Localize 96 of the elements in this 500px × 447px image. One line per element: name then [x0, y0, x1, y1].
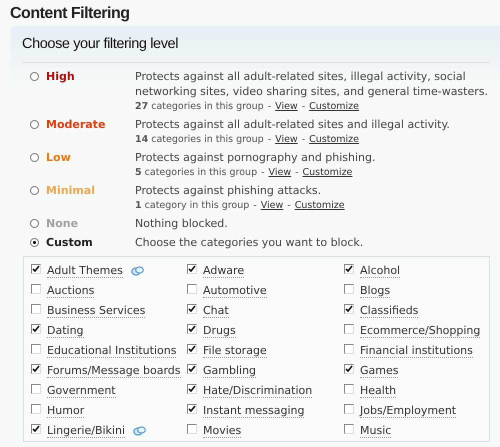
info-bubbles-icon: [133, 426, 146, 436]
category-label[interactable]: Chat: [203, 304, 229, 318]
category-checkbox[interactable]: [187, 404, 197, 414]
category-count: 1 category in this group: [135, 198, 250, 213]
category-count: 14 categories in this group: [135, 132, 264, 147]
category-label[interactable]: Forums/Message boards: [47, 364, 181, 378]
category-label[interactable]: Hate/Discrimination: [203, 384, 312, 398]
view-link[interactable]: View: [275, 132, 298, 147]
panel-title: Choose your filtering level: [22, 34, 490, 63]
category-checkbox[interactable]: [344, 324, 354, 334]
category-label[interactable]: Music: [360, 424, 392, 438]
category-checkbox[interactable]: [344, 284, 354, 294]
category-label[interactable]: File storage: [203, 344, 267, 358]
customize-link[interactable]: Customize: [309, 98, 360, 114]
category-checkbox[interactable]: [344, 304, 354, 314]
category-label[interactable]: Humor: [47, 404, 84, 418]
separator: -: [287, 198, 291, 213]
category-label[interactable]: Auctions: [47, 284, 94, 298]
customize-link[interactable]: Customize: [302, 164, 352, 180]
view-link[interactable]: View: [260, 198, 284, 213]
category-label[interactable]: Gambling: [203, 364, 256, 378]
category-checkbox[interactable]: [187, 324, 197, 334]
level-description: Choose the categories you want to block.: [135, 235, 364, 250]
level-name: Moderate: [46, 116, 106, 133]
category-label[interactable]: Educational Institutions: [47, 344, 176, 358]
page-title: Content Filtering: [9, 4, 130, 24]
category-checkbox[interactable]: [31, 324, 41, 334]
category-checkbox[interactable]: [344, 364, 354, 374]
category-checkbox[interactable]: [187, 424, 197, 434]
separator: -: [295, 166, 299, 180]
level-radio[interactable]: [30, 238, 39, 248]
level-name: None: [46, 216, 78, 232]
category-checkbox[interactable]: [187, 304, 197, 314]
level-radio[interactable]: [30, 186, 39, 195]
category-checkbox[interactable]: [344, 344, 354, 354]
category-label[interactable]: Jobs/Employment: [360, 404, 456, 418]
category-checkbox[interactable]: [31, 424, 41, 434]
category-label[interactable]: Automotive: [203, 284, 267, 298]
category-label[interactable]: Health: [360, 384, 396, 398]
category-count: 5 categories in this group: [135, 166, 258, 180]
separator: -: [253, 198, 257, 213]
category-checkbox[interactable]: [187, 284, 197, 294]
category-label[interactable]: Ecommerce/Shopping: [360, 324, 480, 338]
separator: -: [268, 132, 272, 147]
category-checkbox[interactable]: [187, 264, 197, 274]
category-checkbox[interactable]: [344, 424, 354, 434]
separator: -: [302, 132, 306, 147]
customize-link[interactable]: Customize: [309, 132, 360, 147]
category-checkbox[interactable]: [31, 264, 41, 274]
category-checkbox[interactable]: [31, 344, 41, 354]
category-checkbox[interactable]: [31, 364, 41, 374]
category-label[interactable]: Blogs: [360, 284, 390, 298]
level-radio[interactable]: [30, 218, 39, 228]
category-checkbox[interactable]: [187, 384, 197, 394]
level-radio[interactable]: [30, 72, 39, 81]
view-link[interactable]: View: [268, 164, 292, 180]
category-checkbox[interactable]: [31, 304, 41, 314]
category-label[interactable]: Business Services: [47, 304, 146, 318]
category-label[interactable]: Instant messaging: [203, 404, 304, 418]
category-label[interactable]: Games: [360, 364, 398, 378]
category-label[interactable]: Lingerie/Bikini: [47, 424, 126, 438]
category-label[interactable]: Dating: [47, 324, 84, 338]
category-checkbox[interactable]: [344, 384, 354, 394]
category-label[interactable]: Alcohol: [360, 264, 400, 278]
category-label[interactable]: Adult Themes: [47, 264, 123, 278]
level-description: Protects against pornography and phishing.: [135, 150, 376, 165]
category-label[interactable]: Drugs: [203, 324, 236, 338]
category-label[interactable]: Classifieds: [360, 304, 418, 318]
category-checkbox[interactable]: [344, 404, 354, 414]
category-label[interactable]: Movies: [203, 424, 242, 438]
category-label[interactable]: Financial institutions: [360, 344, 473, 358]
level-description: Protects against phishing attacks.: [135, 182, 322, 198]
category-count: 27 categories in this group: [135, 100, 264, 114]
level-name: High: [46, 68, 75, 85]
separator: -: [261, 166, 265, 180]
separator: -: [268, 100, 272, 114]
view-link[interactable]: View: [275, 98, 298, 114]
category-checkbox[interactable]: [187, 364, 197, 374]
category-checkbox[interactable]: [31, 284, 41, 294]
category-checkbox[interactable]: [31, 404, 41, 414]
separator: -: [302, 100, 306, 114]
category-checkbox[interactable]: [31, 384, 41, 394]
category-checkbox[interactable]: [187, 344, 197, 354]
level-name: Custom: [46, 235, 93, 252]
level-radio[interactable]: [30, 152, 39, 162]
category-label[interactable]: Adware: [203, 264, 244, 278]
level-radio[interactable]: [30, 120, 39, 129]
level-description: Nothing blocked.: [135, 216, 228, 231]
info-bubbles-icon: [130, 266, 144, 276]
level-name: Low: [46, 150, 71, 166]
level-name: Minimal: [46, 182, 95, 199]
category-checkbox[interactable]: [344, 264, 354, 274]
level-description: Protects against all adult-related sites and illegal activity.: [135, 116, 450, 132]
level-description: Protects against all adult-related sites, illegal activity, social networking sites, video sharing sites, and general time-wasters.: [135, 68, 489, 99]
category-label[interactable]: Government: [47, 384, 116, 398]
customize-link[interactable]: Customize: [294, 198, 345, 213]
